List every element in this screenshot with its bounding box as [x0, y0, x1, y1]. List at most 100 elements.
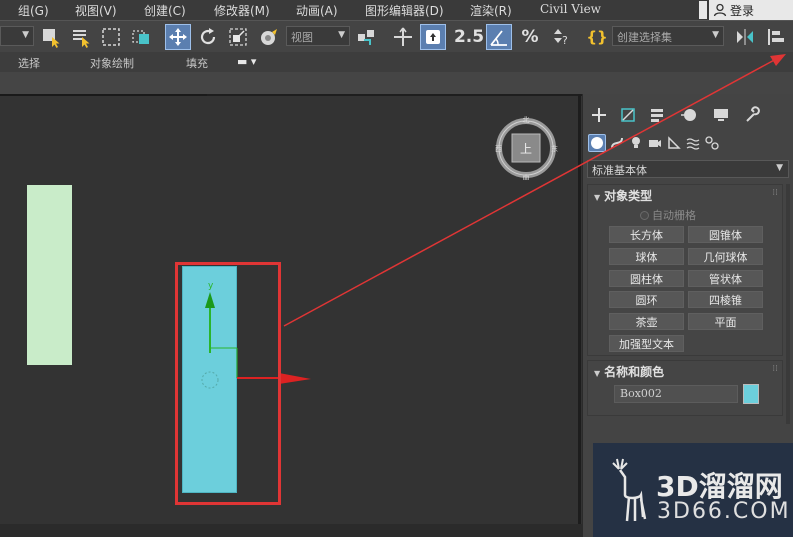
display-tab[interactable] — [710, 104, 732, 126]
utilities-tab[interactable] — [741, 104, 763, 126]
viewport-divider[interactable] — [578, 94, 581, 524]
teapot-button[interactable]: 茶壶 — [609, 313, 684, 330]
geosphere-button[interactable]: 几何球体 — [688, 248, 763, 265]
menu-rendering[interactable]: 渲染(R) — [470, 2, 512, 19]
autogrid-check-icon — [640, 210, 649, 220]
rotate-button[interactable] — [195, 24, 221, 50]
pivot-center-icon — [358, 30, 374, 45]
named-selection-set-value: 创建选择集 — [617, 31, 672, 44]
login-label: 登录 — [730, 3, 755, 18]
sphere-button[interactable]: 球体 — [609, 248, 684, 265]
login-button[interactable]: 登录 — [709, 0, 793, 20]
hierarchy-tab[interactable] — [646, 104, 668, 126]
hierarchy-icon — [651, 109, 663, 122]
collapse-icon: ▼ — [594, 193, 601, 202]
selection-filter-dropdown[interactable]: ▼ — [0, 26, 34, 46]
mirror-button[interactable] — [732, 24, 758, 50]
ribbon-panel — [0, 72, 793, 94]
move-button[interactable] — [165, 24, 191, 50]
object-category-dropdown[interactable]: 标准基本体 ▼ — [587, 160, 789, 178]
pivot-center-button[interactable] — [353, 24, 379, 50]
object-type-rollout: ▼ 对象类型 ⁞⁞ 自动栅格 长方体 圆锥体 球体 几何球体 圆柱体 管状体 圆环 … — [587, 184, 783, 356]
viewcube-south: 南 — [523, 173, 530, 180]
command-panel-tabs — [583, 100, 793, 128]
object-name-field[interactable]: Box002 — [614, 385, 738, 403]
placement-button[interactable] — [256, 24, 282, 50]
object-type-header[interactable]: ▼ 对象类型 ⁞⁞ — [588, 185, 784, 205]
spinner-snap-button[interactable]: ? — [547, 24, 573, 50]
app-window: 组(G) 视图(V) 创建(C) 修改器(M) 动画(A) 图形编辑器(D) 渲… — [0, 0, 793, 537]
lights-category[interactable] — [627, 134, 645, 152]
cone-button[interactable]: 圆锥体 — [688, 226, 763, 243]
sphere-icon — [591, 137, 603, 149]
geometry-category[interactable] — [588, 134, 606, 152]
scale-icon — [229, 28, 247, 46]
collapse-icon: ▼ — [594, 369, 601, 378]
menu-animation[interactable]: 动画(A) — [296, 2, 338, 19]
cylinder-button[interactable]: 圆柱体 — [609, 270, 684, 287]
window-control-button[interactable] — [699, 1, 707, 19]
motion-tab[interactable] — [678, 104, 700, 126]
ribbon-tab-object-paint[interactable]: 对象绘制 — [90, 55, 134, 71]
manipulate-icon — [394, 27, 412, 46]
watermark-sub-text: 3D66.COM — [657, 499, 791, 524]
percent-snap-button[interactable]: % — [517, 24, 543, 50]
scale-button[interactable] — [225, 24, 251, 50]
name-color-header[interactable]: ▼ 名称和颜色 ⁞⁞ — [588, 361, 784, 381]
snaps-toggle-button[interactable]: 2.5 — [454, 24, 484, 50]
pyramid-button[interactable]: 四棱锥 — [688, 291, 763, 308]
plus-icon — [592, 108, 606, 122]
box-button[interactable]: 长方体 — [609, 226, 684, 243]
window-crossing-button[interactable] — [128, 24, 154, 50]
modify-icon — [621, 108, 635, 122]
align-button[interactable] — [763, 24, 789, 50]
menu-modifiers[interactable]: 修改器(M) — [214, 2, 270, 19]
ribbon-tab-populate[interactable]: 填充 — [186, 55, 208, 71]
cameras-category[interactable] — [646, 134, 664, 152]
shapes-category[interactable] — [608, 134, 626, 152]
select-by-name-button[interactable] — [68, 24, 94, 50]
edit-named-selection-button[interactable]: {} — [584, 24, 610, 50]
percent-icon: % — [521, 27, 539, 47]
green-box-object[interactable] — [27, 185, 72, 365]
torus-button[interactable]: 圆环 — [609, 291, 684, 308]
select-manipulate-button[interactable] — [390, 24, 416, 50]
menu-create[interactable]: 创建(C) — [144, 2, 186, 19]
name-color-title: 名称和颜色 — [604, 365, 665, 379]
named-selection-set-dropdown[interactable]: 创建选择集 ▼ — [612, 26, 724, 46]
menu-graph-editors[interactable]: 图形编辑器(D) — [365, 2, 444, 19]
rollout-dots-icon: ⁞⁞ — [772, 364, 778, 374]
menu-civil-view[interactable]: Civil View — [540, 2, 601, 16]
ribbon-tab-selection[interactable]: 选择 — [18, 55, 40, 71]
menu-group[interactable]: 组(G) — [18, 2, 49, 19]
viewport-border — [0, 94, 207, 96]
object-type-title: 对象类型 — [604, 189, 653, 203]
plane-button[interactable]: 平面 — [688, 313, 763, 330]
autogrid-checkbox[interactable]: 自动栅格 — [640, 207, 696, 223]
modify-tab[interactable] — [617, 104, 639, 126]
object-color-swatch[interactable] — [743, 384, 759, 404]
spacewarps-category[interactable] — [684, 134, 702, 152]
ribbon-options-icon[interactable]: ▬ ▾ — [237, 55, 256, 68]
menu-bar: 组(G) 视图(V) 创建(C) 修改器(M) 动画(A) 图形编辑器(D) 渲… — [0, 0, 793, 20]
rectangular-selection-button[interactable] — [98, 24, 124, 50]
keyboard-shortcut-override-button[interactable] — [420, 24, 446, 50]
menu-view[interactable]: 视图(V) — [75, 2, 117, 19]
motion-icon — [681, 109, 696, 121]
systems-category[interactable] — [703, 134, 721, 152]
user-icon — [713, 3, 727, 17]
tube-button[interactable]: 管状体 — [688, 270, 763, 287]
viewcube-west: 西 — [495, 145, 502, 153]
viewcube-east: 东 — [551, 144, 558, 153]
rectangular-selection-icon — [102, 28, 120, 46]
viewcube[interactable]: 上 北 南 西 东 — [494, 116, 558, 180]
text-plus-button[interactable]: 加强型文本 — [609, 335, 684, 352]
select-object-button[interactable] — [38, 24, 64, 50]
highlight-rectangle — [175, 262, 281, 505]
helpers-category[interactable] — [665, 134, 683, 152]
create-categories — [583, 130, 793, 156]
command-panel-scrollbar[interactable] — [786, 184, 790, 424]
angle-snap-button[interactable] — [486, 24, 512, 50]
reference-coordinate-dropdown[interactable]: 视图 ▼ — [286, 26, 350, 46]
create-tab[interactable] — [588, 104, 610, 126]
